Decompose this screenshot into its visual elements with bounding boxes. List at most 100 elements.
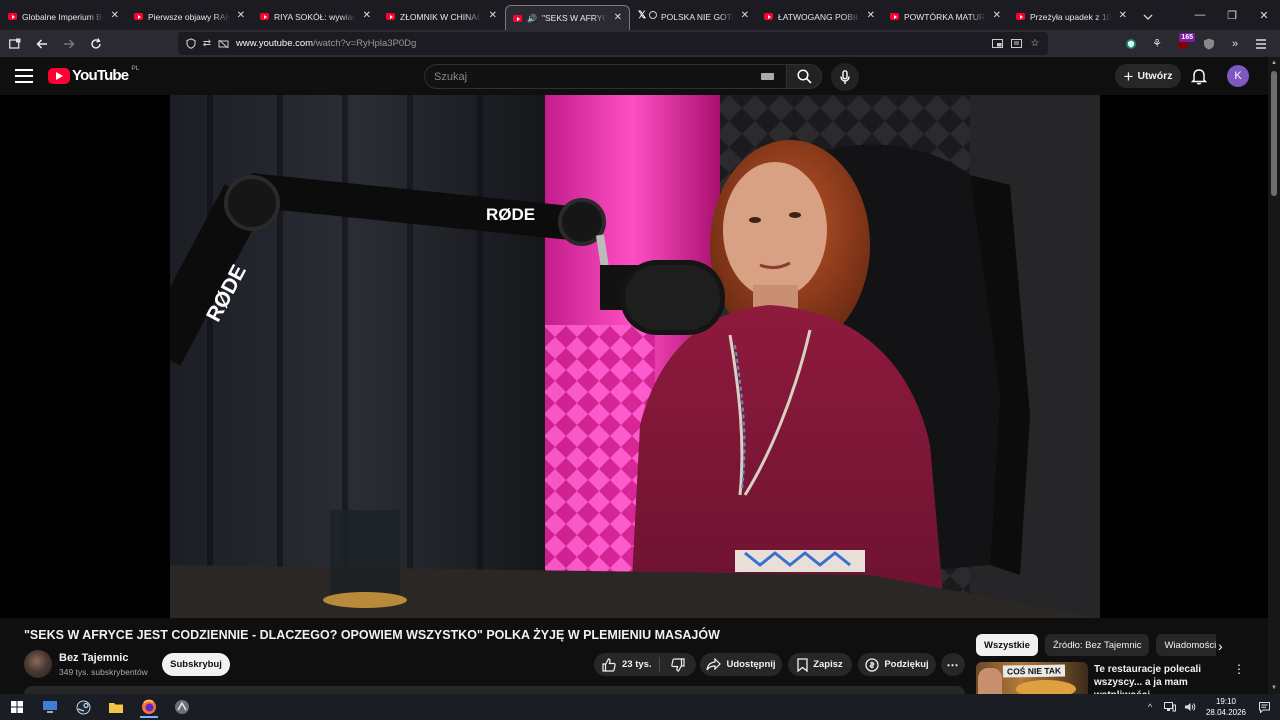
tab-close-icon[interactable]: ✕ [993,10,1001,21]
tab-close-icon[interactable]: ✕ [614,12,622,23]
channel-avatar[interactable] [24,650,52,678]
network-icon[interactable] [1162,699,1178,715]
search-button[interactable] [786,64,822,89]
recommended-video-thumbnail[interactable]: COŚ NIE TAK [976,662,1088,694]
sidebar-toggle-button[interactable] [3,33,27,55]
reload-icon [91,37,101,49]
tab-title: "SEKS W AFRYCE JES [541,13,607,23]
chip-all[interactable]: Wszystkie [976,634,1038,656]
bookmark-icon [797,657,808,672]
tab-title: Przeżyła upadek z 10 000 [1030,12,1112,22]
notifications-bell-icon[interactable] [1190,67,1208,85]
video-frame[interactable]: RØDE RØDE [170,95,1100,618]
address-bar[interactable]: ⇄ www.youtube.com/watch?v=RyHpla3P0Dg ☆ [178,32,1048,55]
dislike-button[interactable] [660,653,696,676]
scroll-up-arrow-icon[interactable]: ▲ [1271,60,1277,66]
arrow-right-icon [64,38,75,49]
chevron-right-icon[interactable]: › [1218,638,1223,654]
tab-close-icon[interactable]: ✕ [1119,10,1127,21]
browser-tab[interactable]: Globalne Imperium Bezki ✕ [1,4,126,30]
audio-playing-icon[interactable]: 🔊 [527,14,537,23]
shield-icon[interactable] [184,37,198,51]
browser-tab[interactable]: RIYA SOKÓŁ: wywiad, pie ✕ [253,4,378,30]
picture-in-picture-icon[interactable] [990,36,1004,50]
chip-from-channel[interactable]: Źródło: Bez Tajemnic [1044,634,1150,656]
privacy-extension-icon[interactable] [1120,33,1142,54]
list-all-tabs-button[interactable] [1138,4,1158,30]
ublock-extension-icon[interactable]: 165 [1172,33,1195,54]
more-actions-icon[interactable]: ⋯ [941,653,965,676]
vertical-more-icon[interactable]: ⋮ [1233,662,1245,676]
browser-tab-active[interactable]: 🔊 "SEKS W AFRYCE JES ✕ [505,5,630,30]
microphone-icon [840,69,850,84]
page-scrollbar[interactable]: ▲ ▼ [1268,57,1280,694]
voice-search-button[interactable] [831,63,859,91]
extension-badge: 165 [1179,33,1195,42]
thanks-button[interactable]: Podziękuj [858,653,936,676]
subscribe-button[interactable]: Subskrybuj [162,653,230,676]
scrollbar-thumb[interactable] [1271,71,1277,196]
browser-tab[interactable]: Pierwsze objawy RAKA P ✕ [127,4,252,30]
taskbar-clock[interactable]: 19:10 28.04.2026 [1206,696,1246,718]
scroll-down-arrow-icon[interactable]: ▼ [1271,685,1277,691]
chevron-up-icon[interactable]: ^ [1142,699,1158,715]
steam-icon [76,700,90,714]
notification-center-icon[interactable] [1256,699,1272,715]
guide-menu-icon[interactable] [15,69,33,83]
clock-date: 28.04.2026 [1205,708,1246,717]
minimize-button[interactable]: — [1184,0,1216,30]
browser-tab[interactable]: ŁATWOGANG POBIŁ REK ✕ [757,4,882,30]
keyboard-icon[interactable] [761,73,774,80]
taskbar-app-steam[interactable] [68,696,98,718]
extensions-puzzle-icon[interactable]: ⚘ [1146,33,1168,54]
tab-close-icon[interactable]: ✕ [237,10,245,21]
overflow-menu-chevron-icon[interactable]: » [1224,33,1246,54]
tab-close-icon[interactable]: ✕ [741,10,749,21]
browser-tab[interactable]: 𝕏 POLSKA NIE GOTOW ✕ [631,4,756,30]
video-player[interactable]: RØDE RØDE [0,95,1268,618]
like-button[interactable]: 23 tys. [594,653,658,676]
close-window-button[interactable]: ✕ [1248,0,1280,30]
save-button[interactable]: Zapisz [788,653,852,676]
youtube-favicon-icon [386,13,395,20]
shield-extension-icon[interactable] [1198,33,1220,54]
reload-button[interactable] [84,33,108,55]
channel-name[interactable]: Bez Tajemnic [59,652,129,664]
taskbar-app-firefox[interactable] [134,696,164,718]
forward-button[interactable] [57,33,81,55]
share-button[interactable]: Udostępnij [700,653,782,676]
search-input[interactable]: Szukaj [424,64,786,89]
thumbnail-face [978,668,1002,694]
account-avatar[interactable]: K [1227,65,1249,87]
youtube-favicon-icon [513,15,522,22]
browser-tab[interactable]: ZŁOMNIK W CHINACH # ✕ [379,4,504,30]
restore-button[interactable]: ❐ [1216,0,1248,30]
tab-close-icon[interactable]: ✕ [867,10,875,21]
plus-icon: + [1123,66,1134,86]
tab-close-icon[interactable]: ✕ [111,10,119,21]
subscriber-count: 349 tys. subskrybentów [59,667,148,677]
create-button[interactable]: + Utwórz [1115,64,1181,88]
share-icon [706,658,722,671]
start-button[interactable] [2,696,32,718]
window-controls: — ❐ ✕ [1184,0,1280,30]
youtube-logo[interactable]: YouTube PL [48,65,139,84]
tab-close-icon[interactable]: ✕ [363,10,371,21]
back-button[interactable] [30,33,54,55]
bookmark-star-icon[interactable]: ☆ [1028,36,1042,50]
chip-news[interactable]: Wiadomości [1156,634,1216,656]
app-icon [175,700,189,714]
app-menu-icon[interactable] [1250,33,1272,54]
taskbar-app-other[interactable] [167,696,197,718]
permissions-icon[interactable]: ⇄ [200,37,214,51]
description-box[interactable] [24,686,965,694]
camera-off-icon[interactable] [216,37,230,51]
browser-tab[interactable]: POWTÓRKA MATURALN ✕ [883,4,1008,30]
volume-icon[interactable] [1182,699,1198,715]
taskbar-app-monitor[interactable] [35,696,65,718]
browser-tab[interactable]: Przeżyła upadek z 10 000 ✕ [1009,4,1134,30]
mic-brand-text: RØDE [486,205,535,224]
taskbar-app-file-explorer[interactable] [101,696,131,718]
tab-close-icon[interactable]: ✕ [489,10,497,21]
reader-view-icon[interactable] [1009,36,1023,50]
